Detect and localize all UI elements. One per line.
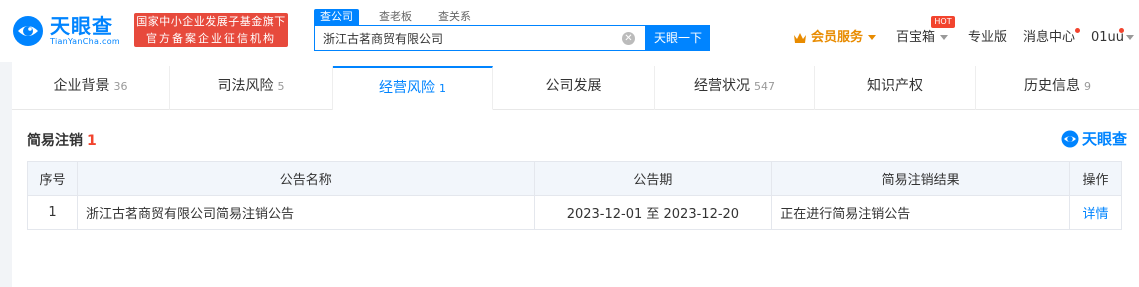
- table-header-row: 序号 公告名称 公告期 简易注销结果 操作: [27, 161, 1122, 196]
- chevron-down-icon: [940, 35, 949, 40]
- tab-label: 历史信息: [1024, 78, 1080, 94]
- chevron-down-icon: [1126, 35, 1134, 40]
- tab-judicial-risk[interactable]: 司法风险 5: [170, 66, 333, 110]
- tab-company-background[interactable]: 企业背景 36: [12, 66, 170, 110]
- pro-version-link[interactable]: 专业版: [968, 29, 1007, 47]
- chevron-down-icon: [868, 35, 877, 40]
- tab-label: 司法风险: [217, 78, 274, 94]
- watermark-eye-icon: [1061, 130, 1079, 147]
- section-nav-tabs: 企业背景 36 司法风险 5 经营风险 1 公司发展 经营状况 547 知识产权 历史信…: [12, 66, 1139, 110]
- badge-line-2: 官方备案企业征信机构: [146, 32, 276, 45]
- tab-operation-risk[interactable]: 经营风险 1: [333, 66, 493, 110]
- col-header-result: 简易注销结果: [771, 161, 1070, 196]
- message-center-link[interactable]: 消息中心: [1023, 29, 1075, 47]
- logo-cn-text: 天眼查: [50, 14, 113, 38]
- search-tab-boss[interactable]: 查老板: [373, 9, 418, 25]
- hot-badge: HOT: [931, 16, 955, 28]
- cell-name: 浙江古茗商贸有限公司简易注销公告: [76, 195, 535, 230]
- crown-icon: [794, 33, 806, 43]
- tab-count: 36: [113, 80, 128, 93]
- tab-count: 9: [1084, 80, 1091, 93]
- search-tab-company[interactable]: 查公司: [314, 9, 359, 25]
- vip-service-label: 会员服务: [811, 30, 864, 45]
- details-link[interactable]: 详情: [1069, 195, 1122, 230]
- col-header-index: 序号: [27, 161, 78, 196]
- message-dot-icon: [1075, 28, 1080, 33]
- badge-line-1: 国家中小企业发展子基金旗下: [136, 15, 286, 28]
- table-row: 1 浙江古茗商贸有限公司简易注销公告 2023-12-01 至 2023-12-…: [27, 195, 1122, 230]
- search-type-tabs: 查公司 查老板 查关系: [314, 9, 491, 25]
- search-tab-relation[interactable]: 查关系: [432, 9, 477, 25]
- tab-business-status[interactable]: 经营状况 547: [655, 66, 815, 110]
- deregistration-table: 序号 公告名称 公告期 简易注销结果 操作 1 浙江古茗商贸有限公司简易注销公告…: [27, 161, 1122, 230]
- col-header-action: 操作: [1069, 161, 1122, 196]
- tab-intellectual-property[interactable]: 知识产权: [815, 66, 976, 110]
- logo-eye-icon: [13, 16, 43, 46]
- search-input[interactable]: [323, 31, 613, 45]
- tab-count: 5: [277, 80, 285, 93]
- col-header-period: 公告期: [533, 161, 773, 196]
- section-count: 1: [87, 133, 97, 149]
- official-badge: 国家中小企业发展子基金旗下 官方备案企业征信机构: [134, 13, 288, 47]
- cell-index: 1: [27, 195, 78, 230]
- site-logo[interactable]: 天眼查 TianYanCha.com: [12, 11, 130, 51]
- treasure-box-label: 百宝箱: [896, 30, 936, 45]
- search-box: ✕: [314, 25, 646, 51]
- cell-result: 正在进行简易注销公告: [771, 195, 1070, 230]
- section-title-text: 简易注销: [27, 133, 83, 149]
- col-header-name: 公告名称: [76, 161, 535, 196]
- tab-label: 经营风险: [379, 80, 435, 96]
- watermark-logo: 天眼查: [1061, 128, 1127, 149]
- logo-en-text: TianYanCha.com: [50, 37, 120, 46]
- user-dot-icon: [1119, 28, 1124, 33]
- clear-icon[interactable]: ✕: [622, 32, 635, 45]
- tab-label: 知识产权: [867, 78, 923, 94]
- top-header: 天眼查 TianYanCha.com 国家中小企业发展子基金旗下 官方备案企业征…: [0, 0, 1139, 62]
- vip-service-link[interactable]: 会员服务: [811, 29, 877, 47]
- watermark-text: 天眼查: [1081, 130, 1127, 148]
- cell-period: 2023-12-01 至 2023-12-20: [533, 195, 773, 230]
- section-title: 简易注销 1: [27, 130, 97, 150]
- tab-company-development[interactable]: 公司发展: [493, 66, 655, 110]
- search-button[interactable]: 天眼一下: [646, 25, 710, 51]
- tab-label: 经营状况: [694, 78, 750, 94]
- tab-label: 公司发展: [545, 78, 602, 94]
- tab-label: 企业背景: [53, 78, 110, 94]
- tab-history-info[interactable]: 历史信息 9: [976, 66, 1139, 110]
- content-card: 企业背景 36 司法风险 5 经营风险 1 公司发展 经营状况 547 知识产权 历史信…: [12, 62, 1139, 287]
- tab-count: 1: [439, 82, 446, 95]
- treasure-box-link[interactable]: 百宝箱: [896, 29, 949, 47]
- tab-count: 547: [754, 80, 775, 93]
